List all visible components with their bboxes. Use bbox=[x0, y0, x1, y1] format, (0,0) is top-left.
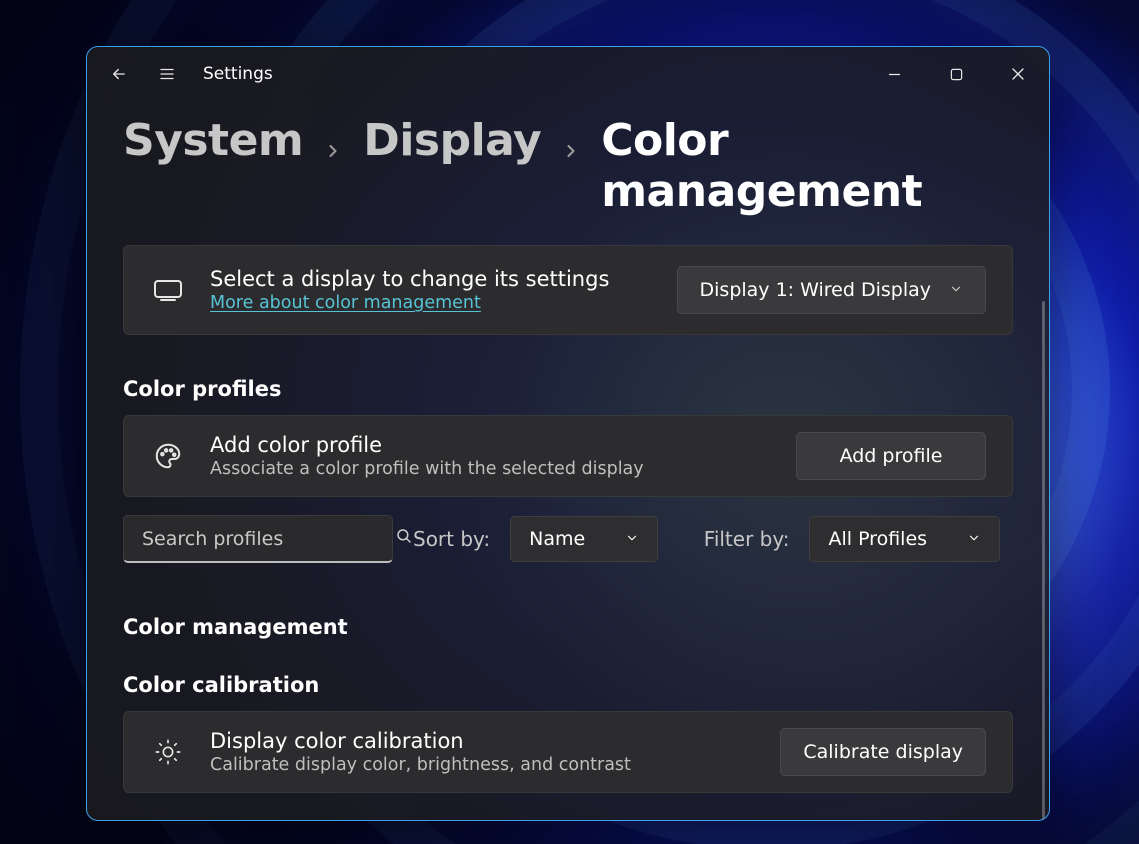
add-color-profile-title: Add color profile bbox=[210, 433, 772, 457]
more-about-color-management-link[interactable]: More about color management bbox=[210, 293, 481, 313]
minimize-button[interactable] bbox=[863, 52, 925, 96]
close-button[interactable] bbox=[987, 52, 1049, 96]
add-color-profile-card: Add color profile Associate a color prof… bbox=[123, 415, 1013, 497]
display-select-value: Display 1: Wired Display bbox=[700, 279, 931, 301]
sort-by-value: Name bbox=[529, 528, 585, 550]
display-icon bbox=[150, 278, 186, 302]
add-profile-button[interactable]: Add profile bbox=[796, 432, 986, 480]
add-color-profile-subtitle: Associate a color profile with the selec… bbox=[210, 459, 772, 479]
search-profiles-input[interactable] bbox=[123, 515, 393, 563]
window-caption-buttons bbox=[863, 52, 1049, 96]
filter-by-dropdown[interactable]: All Profiles bbox=[809, 516, 1000, 562]
profiles-toolbar: Sort by: Name Filter by: All Profiles bbox=[123, 515, 1013, 563]
breadcrumb-color-management: Color management bbox=[601, 115, 1013, 217]
display-selector-card: Select a display to change its settings … bbox=[123, 245, 1013, 335]
content-area: System Display Color management Select a… bbox=[87, 101, 1049, 820]
section-color-management: Color management bbox=[123, 615, 1013, 639]
scrollbar[interactable] bbox=[1042, 301, 1045, 820]
hamburger-menu-button[interactable] bbox=[143, 50, 191, 98]
breadcrumb-system[interactable]: System bbox=[123, 115, 303, 166]
maximize-button[interactable] bbox=[925, 52, 987, 96]
brightness-icon bbox=[150, 738, 186, 766]
search-icon bbox=[395, 527, 413, 550]
palette-icon bbox=[150, 441, 186, 471]
chevron-down-icon bbox=[967, 528, 981, 550]
breadcrumb-display[interactable]: Display bbox=[363, 115, 541, 166]
display-color-calibration-card: Display color calibration Calibrate disp… bbox=[123, 711, 1013, 793]
filter-by-value: All Profiles bbox=[828, 528, 927, 550]
calibrate-display-button[interactable]: Calibrate display bbox=[780, 728, 986, 776]
titlebar: Settings bbox=[87, 47, 1049, 101]
filter-by-label: Filter by: bbox=[704, 527, 790, 551]
app-title: Settings bbox=[203, 64, 273, 84]
section-color-profiles: Color profiles bbox=[123, 377, 1013, 401]
display-selector-heading: Select a display to change its settings bbox=[210, 267, 653, 291]
display-color-calibration-subtitle: Calibrate display color, brightness, and… bbox=[210, 755, 756, 775]
sort-by-label: Sort by: bbox=[413, 527, 490, 551]
settings-window: Settings System Display Color management bbox=[86, 46, 1050, 821]
breadcrumb: System Display Color management bbox=[123, 115, 1013, 217]
section-color-calibration: Color calibration bbox=[123, 673, 1013, 697]
display-color-calibration-title: Display color calibration bbox=[210, 729, 756, 753]
chevron-right-icon bbox=[561, 140, 581, 161]
sort-by-dropdown[interactable]: Name bbox=[510, 516, 658, 562]
chevron-down-icon bbox=[625, 528, 639, 550]
back-button[interactable] bbox=[95, 50, 143, 98]
display-select-dropdown[interactable]: Display 1: Wired Display bbox=[677, 266, 986, 314]
chevron-right-icon bbox=[323, 140, 343, 161]
chevron-down-icon bbox=[949, 279, 963, 301]
search-profiles-text[interactable] bbox=[142, 528, 385, 550]
